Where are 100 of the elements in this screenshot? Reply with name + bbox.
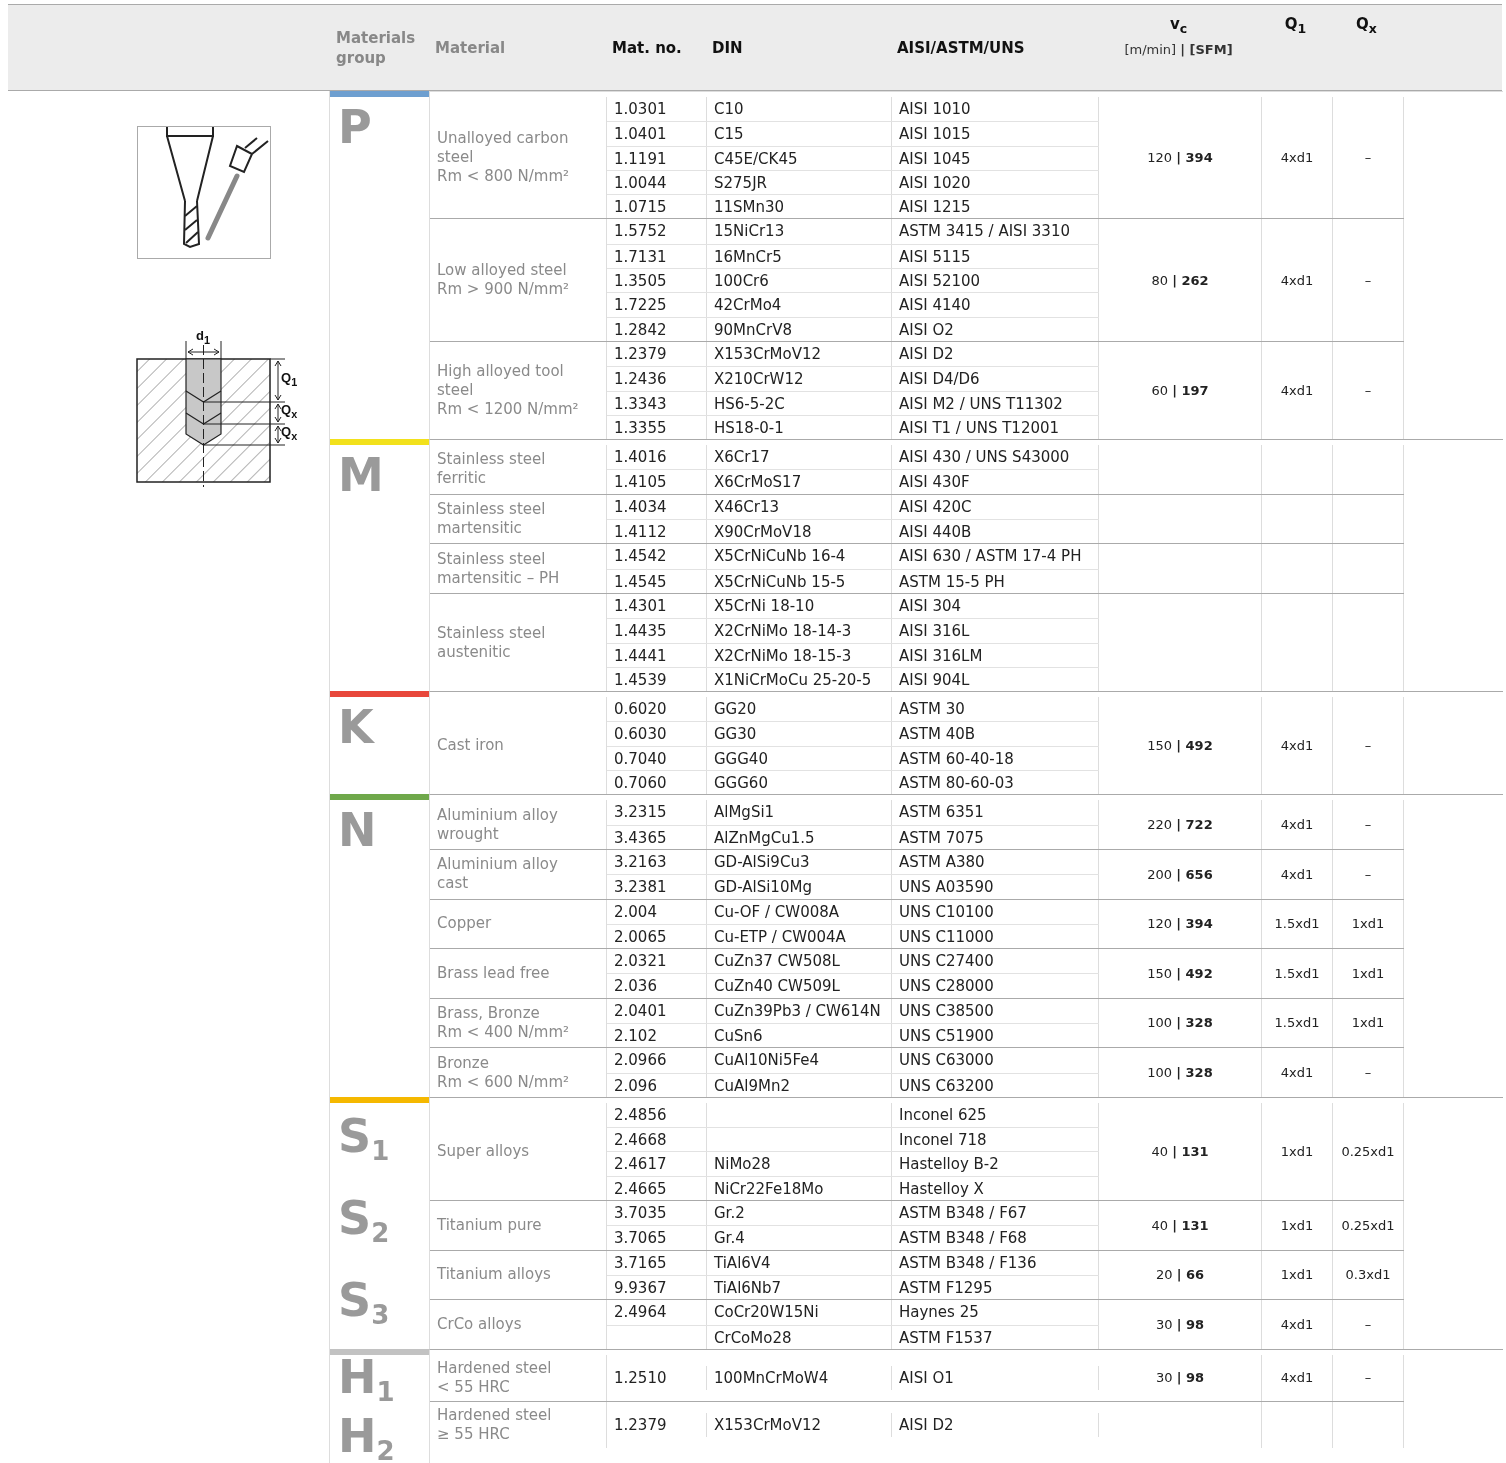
table-cell: 4xd1	[1280, 738, 1314, 754]
table-cell: 1.7225	[614, 296, 667, 315]
group-letter: H$_{2}$	[338, 1413, 396, 1463]
table-cell: 1.0301	[614, 100, 667, 118]
group-letter: S$_{2}$	[338, 1196, 391, 1251]
table-cell: AISI 440B	[899, 523, 972, 542]
table-cell: 1.4545	[614, 572, 667, 591]
table-cell: AISI 904L	[899, 670, 970, 689]
table-cell: 0.7060	[614, 774, 667, 792]
table-cell: CuAl9Mn2	[714, 1076, 790, 1095]
table-cell: –	[1364, 738, 1372, 754]
table-cell: 80 | 262	[1151, 272, 1209, 288]
material-name: Stainless steel ferritic	[437, 450, 547, 489]
table-cell: 1xd1	[1351, 916, 1385, 932]
table-cell: Cu-OF / CW008A	[714, 902, 840, 921]
table-cell: 1.0401	[614, 125, 667, 144]
table-cell: 1.4539	[614, 670, 667, 689]
table-cell: –	[1364, 150, 1372, 166]
table-cell: 1.4542	[614, 547, 667, 566]
table-cell: GGG40	[714, 749, 768, 768]
table-cell: 4xd1	[1280, 1317, 1314, 1333]
table-cell: –	[1364, 817, 1372, 833]
table-cell: 30 | 98	[1155, 1370, 1205, 1386]
table-cell: ASTM 15-5 PH	[899, 572, 1005, 591]
table-cell: X5CrNi 18-10	[714, 596, 815, 615]
group-letter: S$_{3}$	[338, 1278, 391, 1333]
table-cell: 0.3xd1	[1345, 1267, 1391, 1283]
table-cell: 3.2163	[614, 852, 667, 871]
table-cell: X210CrW12	[714, 370, 804, 389]
dimension-label: Q$_{x}$	[281, 425, 298, 443]
table-cell: AISI 1020	[899, 173, 971, 192]
table-cell: GGG60	[714, 774, 768, 792]
table-cell: C10	[714, 100, 744, 118]
column-header: v$_{c}$	[1169, 15, 1188, 36]
table-cell: 2.096	[614, 1076, 657, 1095]
table-cell: 42CrMo4	[714, 296, 782, 315]
table-cell: –	[1364, 1317, 1372, 1333]
table-cell: UNS C51900	[899, 1027, 994, 1045]
table-cell: Gr.4	[714, 1229, 745, 1248]
table-cell: 20 | 66	[1155, 1267, 1205, 1283]
table-cell: AISI 5115	[899, 247, 971, 266]
table-cell: 1.3355	[614, 418, 667, 437]
table-cell: X5CrNiCuNb 16-4	[714, 547, 846, 566]
table-cell: 1xd1	[1280, 1267, 1314, 1283]
table-cell: GG30	[714, 725, 757, 744]
table-cell: 3.4365	[614, 828, 667, 847]
table-cell: 100 | 328	[1147, 1065, 1213, 1081]
table-cell: 100 | 328	[1147, 1015, 1213, 1031]
table-cell: CuZn37 CW508L	[714, 952, 840, 971]
column-header: AISI/ASTM/UNS	[897, 38, 1025, 57]
material-name: Stainless steel martensitic – PH	[437, 549, 561, 588]
material-name: Hardened steel < 55 HRC	[437, 1358, 552, 1397]
material-name: Stainless steel martensitic	[437, 500, 547, 539]
table-cell: X153CrMoV12	[714, 344, 821, 363]
table-cell: AISI D2	[899, 1415, 954, 1434]
table-cell: Inconel 718	[899, 1131, 987, 1150]
table-cell: CuZn39Pb3 / CW614N	[714, 1001, 881, 1020]
table-cell: 0.7040	[614, 749, 667, 768]
table-cell: ASTM 7075	[899, 828, 984, 847]
table-cell: 1.4112	[614, 523, 667, 542]
table-cell: GD-AlSi9Cu3	[714, 852, 810, 871]
table-cell: ASTM 80-60-03	[899, 774, 1014, 792]
table-cell: 120 | 394	[1147, 150, 1213, 166]
table-cell: X5CrNiCuNb 15-5	[714, 572, 846, 591]
table-cell: 4xd1	[1280, 817, 1314, 833]
table-cell: CrCoMo28	[714, 1328, 792, 1347]
table-cell: 150 | 492	[1147, 738, 1213, 754]
column-header: Material	[435, 37, 506, 58]
table-cell: Gr.2	[714, 1204, 745, 1223]
table-cell: 1.0715	[614, 198, 667, 217]
table-cell: ASTM A380	[899, 852, 985, 871]
table-cell: AISI 630 / ASTM 17-4 PH	[899, 547, 1082, 566]
table-cell: CoCr20W15Ni	[714, 1303, 819, 1322]
material-name: Brass, Bronze Rm < 400 N/mm²	[437, 1004, 570, 1042]
table-cell: 0.6020	[614, 700, 667, 719]
table-cell: AISI 1015	[899, 125, 971, 144]
table-cell: 4xd1	[1280, 272, 1314, 288]
table-cell: 3.2381	[614, 878, 667, 897]
table-cell: 1.5xd1	[1274, 965, 1320, 981]
table-cell: ASTM 6351	[899, 803, 984, 822]
table-cell: 15NiCr13	[714, 222, 785, 241]
table-cell: Haynes 25	[899, 1303, 979, 1322]
table-cell: AISI T1 / UNS T12001	[899, 418, 1060, 437]
table-cell: 150 | 492	[1147, 965, 1213, 981]
table-cell: 1.4301	[614, 596, 667, 615]
table-cell: 1.5xd1	[1274, 1015, 1320, 1031]
table-cell: GG20	[714, 700, 757, 719]
material-name: Aluminium alloy cast	[437, 855, 559, 894]
table-cell: UNS C27400	[899, 952, 994, 971]
table-cell: AISI M2 / UNS T11302	[899, 394, 1063, 413]
material-name: Titanium alloys	[437, 1265, 551, 1285]
table-cell: AISI 4140	[899, 296, 971, 315]
material-name: High alloyed tool steel Rm < 1200 N/mm²	[437, 362, 580, 420]
table-cell: AISI 1045	[899, 149, 971, 168]
table-cell: AISI D4/D6	[899, 370, 980, 389]
table-cell: CuAl10Ni5Fe4	[714, 1051, 819, 1070]
column-header: Q$_{x}$	[1356, 15, 1377, 36]
table-cell: 90MnCrV8	[714, 320, 792, 339]
table-cell: HS6-5-2C	[714, 394, 785, 413]
table-cell: AISI O1	[899, 1368, 954, 1387]
